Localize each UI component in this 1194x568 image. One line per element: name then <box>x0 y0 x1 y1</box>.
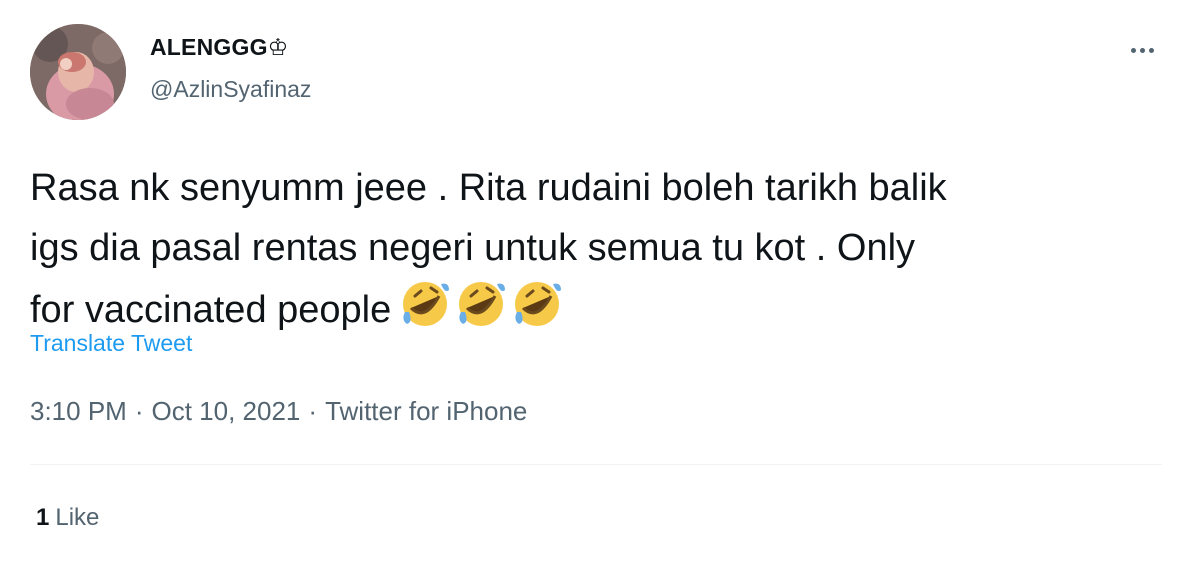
tweet-time[interactable]: 3:10 PM <box>30 396 127 426</box>
more-options-button[interactable] <box>1124 40 1160 60</box>
avatar[interactable] <box>30 24 126 120</box>
rolling-on-floor-laughing-emoji <box>515 282 562 326</box>
emoji-group <box>399 278 563 330</box>
rolling-on-floor-laughing-emoji <box>459 282 506 326</box>
like-label: Like <box>55 504 100 531</box>
display-name[interactable]: ALENGGG♔ <box>150 34 289 61</box>
user-handle[interactable]: @AzlinSyafinaz <box>150 76 311 103</box>
tweet-date[interactable]: Oct 10, 2021 <box>152 396 301 426</box>
like-count: 1 <box>36 504 50 531</box>
tweet-detail: ALENGGG♔ @AzlinSyafinaz Rasa nk senyumm … <box>0 0 1194 568</box>
translate-tweet-link[interactable]: Translate Tweet <box>30 330 192 357</box>
more-dot <box>1148 47 1154 53</box>
more-dot <box>1139 47 1145 53</box>
likes-stat[interactable]: 1 Like <box>36 504 99 532</box>
meta-separator: · <box>134 396 144 426</box>
meta-separator: · <box>308 396 318 426</box>
tweet-text: Rasa nk senyumm jeee . Rita rudaini bole… <box>30 158 1160 340</box>
divider <box>30 464 1162 465</box>
tweet-metadata: 3:10 PM · Oct 10, 2021 · Twitter for iPhone <box>30 396 527 427</box>
tweet-source[interactable]: Twitter for iPhone <box>325 396 527 426</box>
more-horizontal-icon <box>1130 47 1136 53</box>
rolling-on-floor-laughing-emoji <box>403 282 450 326</box>
